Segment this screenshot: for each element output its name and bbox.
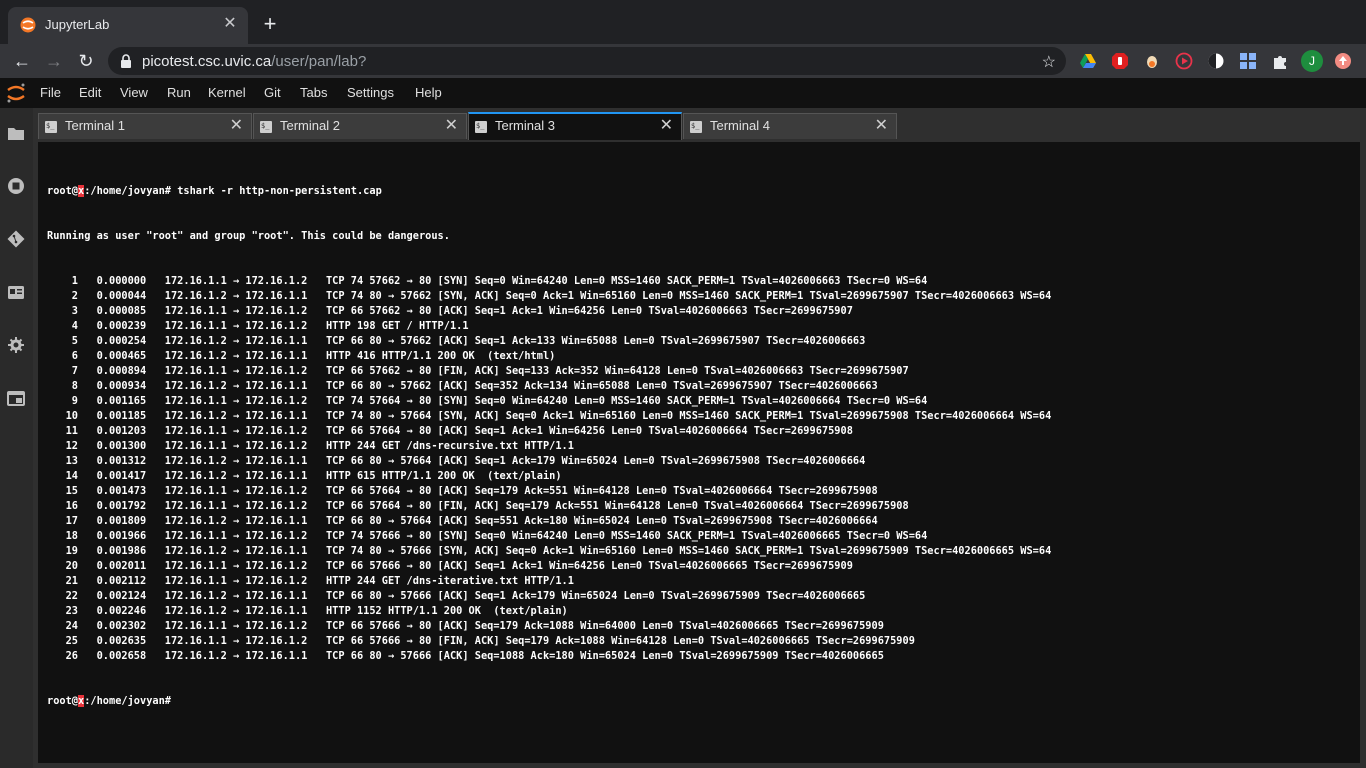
tab-label: Terminal 4 — [710, 118, 770, 133]
dark-mode-extension-icon[interactable] — [1207, 52, 1225, 70]
prompt-path: :/home/jovyan# — [84, 185, 171, 197]
url-host: picotest.csc.uvic.ca — [142, 53, 272, 70]
command-line: root@x:/home/jovyan# tshark -r http-non-… — [47, 184, 1051, 199]
browser-toolbar: ← → ↻ picotest.csc.uvic.ca/user/pan/lab?… — [0, 44, 1366, 78]
tab-terminal-1[interactable]: $_ Terminal 1 ✕ — [38, 113, 252, 139]
tab-label: Terminal 3 — [495, 118, 555, 133]
terminal-line: 14 0.001417 172.16.1.2 → 172.16.1.1 HTTP… — [47, 470, 562, 482]
close-tab-icon[interactable]: ✕ — [220, 14, 240, 34]
menu-run[interactable]: Run — [167, 85, 191, 100]
terminal-line: 7 0.000894 172.16.1.1 → 172.16.1.2 TCP 6… — [47, 365, 909, 377]
terminal-icon: $_ — [45, 121, 57, 133]
browser-tab-title: JupyterLab — [45, 17, 110, 32]
tab-terminal-3[interactable]: $_ Terminal 3 ✕ — [468, 112, 682, 140]
address-bar[interactable]: picotest.csc.uvic.ca/user/pan/lab? ☆ — [108, 47, 1066, 75]
grid-extension-icon[interactable] — [1239, 52, 1257, 70]
terminal-line: 13 0.001312 172.16.1.2 → 172.16.1.1 TCP … — [47, 455, 866, 467]
menu-help[interactable]: Help — [415, 85, 442, 100]
browser-tab-strip: JupyterLab ✕ + — [0, 0, 1366, 44]
update-icon[interactable] — [1334, 52, 1352, 70]
terminal-line: 25 0.002635 172.16.1.1 → 172.16.1.2 TCP … — [47, 635, 915, 647]
extension-fox-icon[interactable] — [1143, 52, 1161, 70]
tabs-icon[interactable] — [7, 389, 25, 407]
close-icon[interactable]: ✕ — [875, 117, 888, 135]
packet-list: 1 0.000000 172.16.1.1 → 172.16.1.2 TCP 7… — [47, 274, 1052, 664]
terminal-line: 1 0.000000 172.16.1.1 → 172.16.1.2 TCP 7… — [47, 275, 928, 287]
terminal-line: 24 0.002302 172.16.1.1 → 172.16.1.2 TCP … — [47, 620, 884, 632]
terminal-icon: $_ — [690, 121, 702, 133]
terminal-line: 16 0.001792 172.16.1.1 → 172.16.1.2 TCP … — [47, 500, 909, 512]
commands-icon[interactable] — [7, 283, 25, 301]
prompt-user: root@ — [47, 185, 78, 197]
url-text: picotest.csc.uvic.ca/user/pan/lab? — [142, 53, 366, 70]
menu-git[interactable]: Git — [264, 85, 281, 100]
menu-view[interactable]: View — [120, 85, 148, 100]
tab-label: Terminal 2 — [280, 118, 340, 133]
terminal-line: 26 0.002658 172.16.1.2 → 172.16.1.1 TCP … — [47, 650, 884, 662]
bookmark-star-icon[interactable]: ☆ — [1042, 52, 1056, 72]
warning-line: Running as user "root" and group "root".… — [47, 230, 450, 242]
lock-icon — [121, 54, 131, 68]
jupyter-favicon-icon — [20, 17, 36, 33]
terminal-line: 23 0.002246 172.16.1.2 → 172.16.1.1 HTTP… — [47, 605, 568, 617]
terminal-line: 18 0.001966 172.16.1.1 → 172.16.1.2 TCP … — [47, 530, 928, 542]
final-prompt: root@x:/home/jovyan# — [47, 694, 1051, 709]
forward-icon[interactable]: → — [42, 49, 66, 73]
google-drive-icon[interactable] — [1079, 52, 1097, 70]
terminal-line: 12 0.001300 172.16.1.1 → 172.16.1.2 HTTP… — [47, 440, 574, 452]
folder-icon[interactable] — [7, 124, 25, 142]
terminal-line: 8 0.000934 172.16.1.2 → 172.16.1.1 TCP 6… — [47, 380, 878, 392]
terminal-icon: $_ — [260, 121, 272, 133]
prompt-path: :/home/jovyan# — [84, 695, 171, 707]
terminal-line: 20 0.002011 172.16.1.1 → 172.16.1.2 TCP … — [47, 560, 853, 572]
terminal-line: 10 0.001185 172.16.1.2 → 172.16.1.1 TCP … — [47, 410, 1052, 422]
back-icon[interactable]: ← — [10, 49, 34, 73]
terminal-line: 5 0.000254 172.16.1.2 → 172.16.1.1 TCP 6… — [47, 335, 866, 347]
property-inspector-icon[interactable] — [7, 336, 25, 354]
menu-kernel[interactable]: Kernel — [208, 85, 246, 100]
tab-terminal-2[interactable]: $_ Terminal 2 ✕ — [253, 113, 467, 139]
menu-tabs[interactable]: Tabs — [300, 85, 327, 100]
terminal-line: 21 0.002112 172.16.1.1 → 172.16.1.2 HTTP… — [47, 575, 574, 587]
main-dock-panel: $_ Terminal 1 ✕ $_ Terminal 2 ✕ $_ Termi… — [33, 108, 1366, 768]
terminal-line: 6 0.000465 172.16.1.2 → 172.16.1.1 HTTP … — [47, 350, 556, 362]
tab-label: Terminal 1 — [65, 118, 125, 133]
reload-icon[interactable]: ↻ — [74, 49, 98, 73]
extensions-puzzle-icon[interactable] — [1271, 52, 1289, 70]
running-icon[interactable] — [7, 177, 25, 195]
terminal-line: 2 0.000044 172.16.1.2 → 172.16.1.1 TCP 7… — [47, 290, 1052, 302]
terminal-line: 3 0.000085 172.16.1.1 → 172.16.1.2 TCP 6… — [47, 305, 853, 317]
video-player-extension-icon[interactable] — [1175, 52, 1193, 70]
terminal-line: 15 0.001473 172.16.1.1 → 172.16.1.2 TCP … — [47, 485, 878, 497]
menu-edit[interactable]: Edit — [79, 85, 101, 100]
jupyter-menubar: File Edit View Run Kernel Git Tabs Setti… — [0, 78, 1366, 108]
tab-terminal-4[interactable]: $_ Terminal 4 ✕ — [683, 113, 897, 139]
menu-file[interactable]: File — [40, 85, 61, 100]
url-path: /user/pan/lab? — [271, 53, 367, 70]
close-icon[interactable]: ✕ — [660, 117, 673, 135]
prompt-user: root@ — [47, 695, 78, 707]
terminal-panel[interactable]: root@x:/home/jovyan# tshark -r http-non-… — [38, 142, 1360, 763]
browser-tab[interactable]: JupyterLab ✕ — [8, 7, 248, 44]
terminal-line: 11 0.001203 172.16.1.1 → 172.16.1.2 TCP … — [47, 425, 853, 437]
terminal-line: 9 0.001165 172.16.1.1 → 172.16.1.2 TCP 7… — [47, 395, 928, 407]
terminal-line: 22 0.002124 172.16.1.2 → 172.16.1.1 TCP … — [47, 590, 866, 602]
left-sidebar — [0, 108, 33, 768]
terminal-output: root@x:/home/jovyan# tshark -r http-non-… — [47, 154, 1051, 739]
command-text: tshark -r http-non-persistent.cap — [171, 185, 382, 197]
menu-settings[interactable]: Settings — [347, 85, 394, 100]
ad-blocker-icon[interactable] — [1111, 52, 1129, 70]
jupyter-logo-icon — [7, 83, 25, 103]
profile-avatar[interactable]: J — [1301, 50, 1323, 72]
terminal-line: 4 0.000239 172.16.1.1 → 172.16.1.2 HTTP … — [47, 320, 469, 332]
close-icon[interactable]: ✕ — [445, 117, 458, 135]
close-icon[interactable]: ✕ — [230, 117, 243, 135]
terminal-line: 19 0.001986 172.16.1.2 → 172.16.1.1 TCP … — [47, 545, 1052, 557]
terminal-line: 17 0.001809 172.16.1.2 → 172.16.1.1 TCP … — [47, 515, 878, 527]
terminal-icon: $_ — [475, 121, 487, 133]
new-tab-icon[interactable]: + — [258, 12, 282, 36]
git-icon[interactable] — [7, 230, 25, 248]
